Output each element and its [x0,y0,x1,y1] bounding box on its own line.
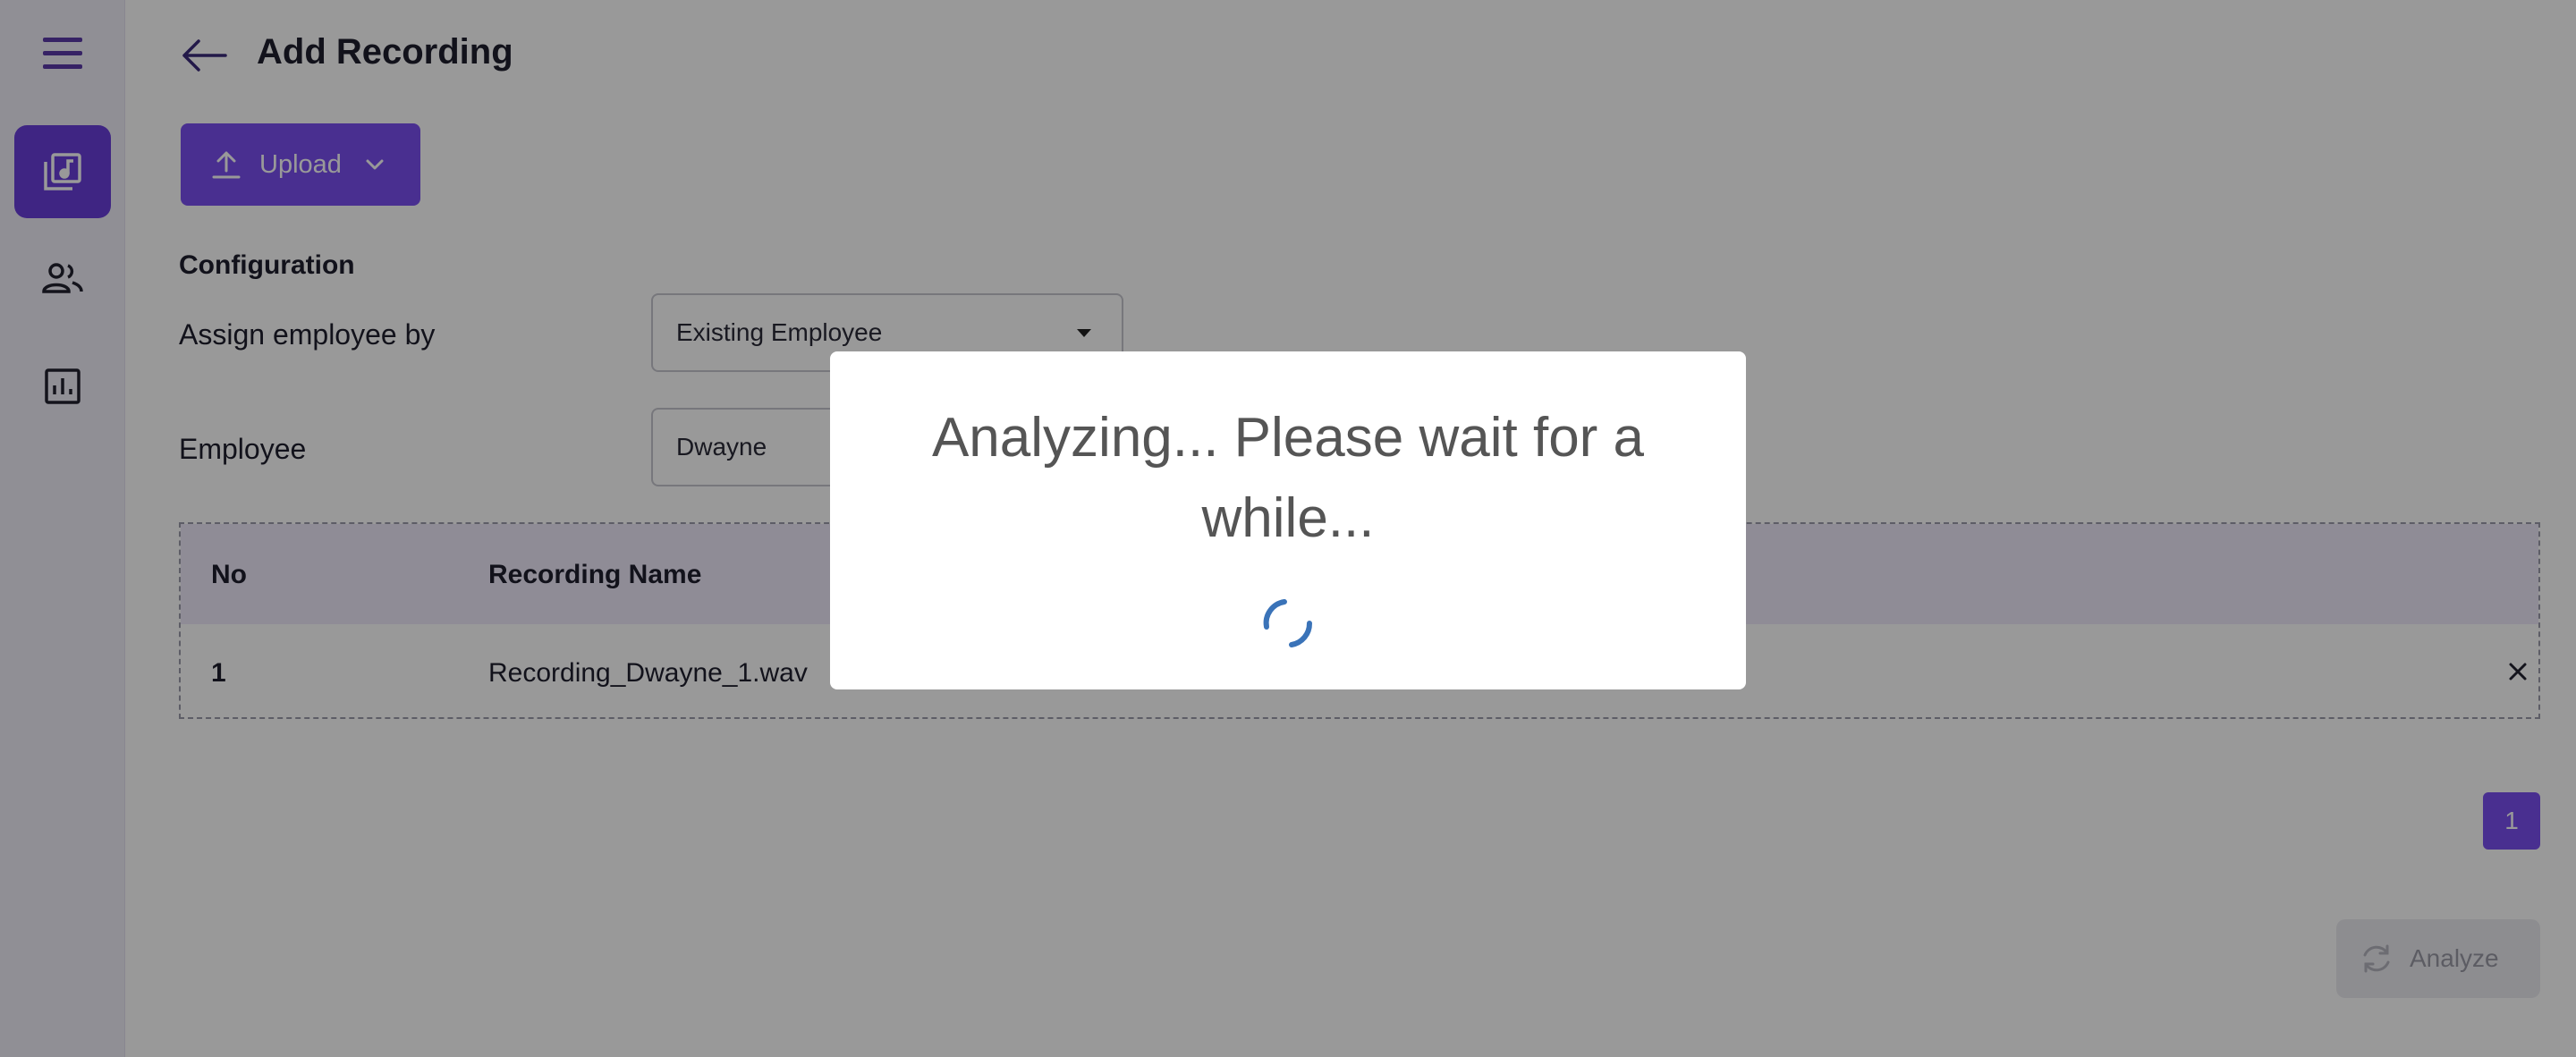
loading-modal: Analyzing... Please wait for a while... [830,351,1746,689]
loading-message: Analyzing... Please wait for a while... [931,407,1645,549]
loading-spinner-icon [1263,599,1313,647]
